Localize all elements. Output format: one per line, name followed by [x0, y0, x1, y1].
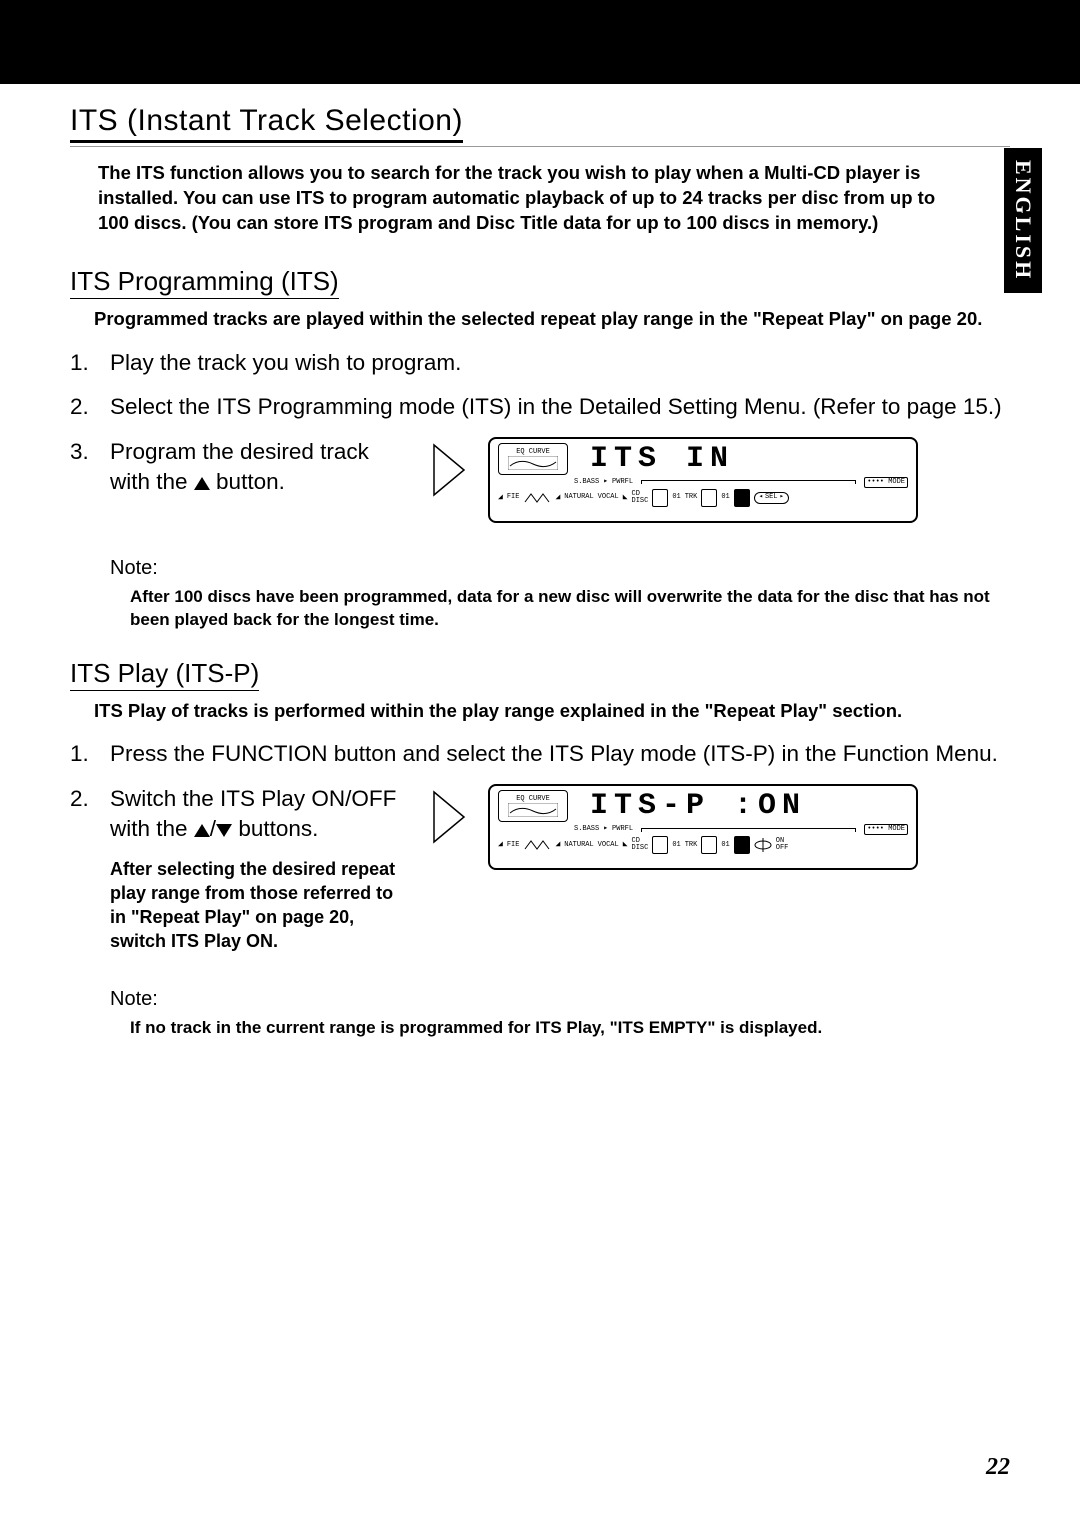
header-black-band	[0, 0, 1080, 84]
section1-step1: Play the track you wish to program.	[70, 348, 1010, 378]
lcd-fie: FIE	[507, 493, 520, 502]
section1-intro: Programmed tracks are played within the …	[70, 307, 1010, 332]
page-number: 22	[986, 1454, 1010, 1481]
down-triangle-icon	[216, 824, 232, 837]
up-triangle-icon	[194, 477, 210, 490]
lcd-pwrfl: PWRFL	[612, 825, 633, 834]
section1-step3-text-b: button.	[210, 469, 285, 494]
lcd-black-seg	[734, 489, 750, 507]
lcd-display-its-in: EQ CURVE ITS IN S.BASS ▸ PWRFL •••• MODE	[488, 437, 918, 523]
lcd-trk-seg	[701, 836, 717, 854]
main-heading: ITS (Instant Track Selection)	[70, 104, 463, 143]
page-content: ITS (Instant Track Selection) The ITS fu…	[0, 84, 1080, 1040]
lcd-vocal: VOCAL	[598, 493, 619, 502]
lcd-disc-seg	[652, 836, 668, 854]
lcd-main-text: ITS IN	[574, 444, 908, 474]
lcd-trk-seg	[701, 489, 717, 507]
section1-steps: Play the track you wish to program. Sele…	[70, 348, 1010, 523]
lcd-main-text: ITS-P :ON	[574, 791, 908, 821]
lcd-sbass: S.BASS	[574, 825, 599, 834]
lcd-disc-seg	[652, 489, 668, 507]
intro-paragraph: The ITS function allows you to search fo…	[70, 161, 950, 236]
eq-curve-box: EQ CURVE	[498, 790, 568, 822]
lcd-mode: •••• MODE	[864, 477, 908, 488]
section2-after-text: After selecting the desired repeat play …	[110, 857, 410, 954]
lcd-natural: NATURAL	[564, 493, 593, 502]
section1-step2: Select the ITS Programming mode (ITS) in…	[70, 392, 1010, 422]
toggle-icon	[754, 838, 772, 852]
section2-heading: ITS Play (ITS-P)	[70, 658, 259, 691]
lcd-black-seg	[734, 836, 750, 854]
main-heading-rule: ITS (Instant Track Selection)	[70, 104, 1010, 147]
section2-note-body: If no track in the current range is prog…	[130, 1017, 1010, 1040]
play-triangle-icon	[432, 443, 466, 497]
play-triangle-icon	[432, 790, 466, 844]
language-tab: ENGLISH	[1004, 148, 1042, 293]
section2-step1: Press the FUNCTION button and select the…	[70, 739, 1010, 769]
section1-step3: Program the desired track with the butto…	[70, 437, 1010, 523]
lcd-fie: FIE	[507, 841, 520, 850]
section1-heading: ITS Programming (ITS)	[70, 266, 339, 299]
lcd-natural: NATURAL	[564, 841, 593, 850]
section2-step2: Switch the ITS Play ON/OFF with the / bu…	[70, 784, 1010, 954]
section2-note-label: Note:	[110, 988, 1010, 1011]
lcd-vocal: VOCAL	[598, 841, 619, 850]
eq-curve-box: EQ CURVE	[498, 443, 568, 475]
section1-note-body: After 100 discs have been programmed, da…	[130, 586, 1010, 632]
section1-note-label: Note:	[110, 557, 1010, 580]
lcd-sel-pill: ◂SEL▸	[754, 492, 789, 503]
section2-intro: ITS Play of tracks is performed within t…	[70, 699, 1010, 724]
up-triangle-icon	[194, 824, 210, 837]
lcd-pwrfl: PWRFL	[612, 478, 633, 487]
lcd-sbass: S.BASS	[574, 478, 599, 487]
lcd-display-its-p: EQ CURVE ITS-P :ON S.BASS ▸ PWRFL •••• M…	[488, 784, 918, 870]
lcd-mode: •••• MODE	[864, 824, 908, 835]
section2-steps: Press the FUNCTION button and select the…	[70, 739, 1010, 953]
section2-step2-text-b: buttons.	[232, 816, 318, 841]
